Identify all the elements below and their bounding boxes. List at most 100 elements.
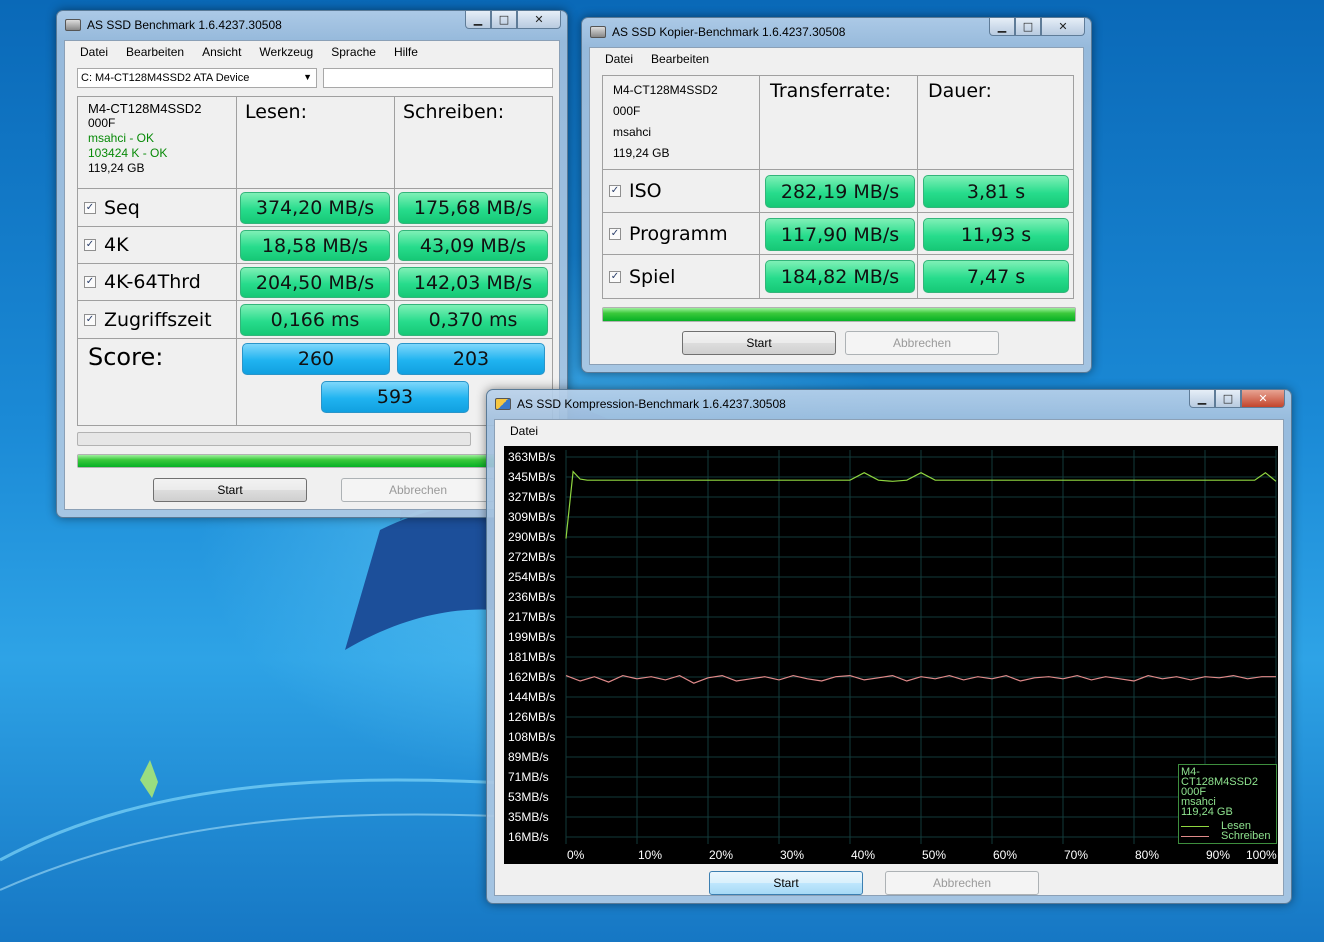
copy-window-title: AS SSD Kopier-Benchmark 1.6.4237.30508 — [612, 25, 846, 39]
menu-hilfe[interactable]: Hilfe — [385, 45, 427, 59]
row-seq-label[interactable]: ✓ Seq — [78, 189, 237, 227]
menu-werkzeug[interactable]: Werkzeug — [250, 45, 322, 59]
legend-read-swatch — [1181, 825, 1209, 827]
x-tick-label: 50% — [922, 848, 946, 862]
copy-progress-bar — [602, 307, 1076, 322]
access-read-value: 0,166 ms — [240, 304, 390, 336]
compression-titlebar[interactable]: AS SSD Kompression-Benchmark 1.6.4237.30… — [487, 390, 1291, 418]
minimize-button[interactable]: ▁ — [989, 18, 1015, 36]
copy-start-button[interactable]: Start — [682, 331, 836, 355]
device-size: 119,24 GB — [88, 161, 145, 175]
game-label: Spiel — [629, 265, 676, 288]
4k64-write-value: 142,03 MB/s — [398, 267, 548, 298]
4k-checkbox[interactable]: ✓ — [84, 239, 96, 251]
row-program-label[interactable]: ✓ Programm — [603, 213, 760, 255]
4k-write-value: 43,09 MB/s — [398, 230, 548, 261]
x-tick-label: 80% — [1135, 848, 1159, 862]
row-4k64-label[interactable]: ✓ 4K-64Thrd — [78, 264, 237, 301]
program-time-cell: 11,93 s — [918, 213, 1074, 255]
program-rate-cell: 117,90 MB/s — [760, 213, 918, 255]
copy-abort-button[interactable]: Abbrechen — [845, 331, 999, 355]
device-alignment-status: 103424 K - OK — [88, 146, 168, 160]
score-total-value: 593 — [321, 381, 469, 413]
main-start-button[interactable]: Start — [153, 478, 307, 502]
iso-rate-value: 282,19 MB/s — [765, 175, 915, 208]
time-column-header: Dauer: — [918, 76, 1074, 170]
menu-datei[interactable]: Datei — [596, 52, 642, 66]
device-firmware: 000F — [88, 116, 116, 130]
program-label: Programm — [629, 222, 728, 245]
y-tick-label: 181MB/s — [508, 650, 555, 664]
y-tick-label: 16MB/s — [508, 830, 549, 844]
y-tick-label: 162MB/s — [508, 670, 555, 684]
score-read-value: 260 — [242, 343, 390, 375]
main-progress-track — [77, 432, 471, 446]
game-checkbox[interactable]: ✓ — [609, 270, 621, 283]
access-write-value: 0,370 ms — [398, 304, 548, 336]
game-rate-cell: 184,82 MB/s — [760, 255, 918, 298]
chevron-down-icon: ▼ — [303, 72, 312, 82]
close-button[interactable]: ✕ — [1041, 18, 1085, 36]
copy-device-driver: msahci — [613, 125, 652, 139]
x-tick-label: 10% — [638, 848, 662, 862]
y-tick-label: 272MB/s — [508, 550, 555, 564]
minimize-button[interactable]: ▁ — [465, 11, 491, 29]
y-tick-label: 217MB/s — [508, 610, 555, 624]
seq-label: Seq — [104, 196, 140, 219]
iso-checkbox[interactable]: ✓ — [609, 185, 621, 197]
y-tick-label: 108MB/s — [508, 730, 555, 744]
y-tick-label: 290MB/s — [508, 530, 555, 544]
minimize-button[interactable]: ▁ — [1189, 390, 1215, 408]
close-button[interactable]: ✕ — [517, 11, 561, 29]
copy-device-info-cell: M4-CT128M4SSD2 000F msahci 119,24 GB — [603, 76, 760, 170]
row-access-label[interactable]: ✓ Zugriffszeit — [78, 301, 237, 339]
program-checkbox[interactable]: ✓ — [609, 227, 621, 240]
seq-read-value: 374,20 MB/s — [240, 192, 390, 224]
y-tick-label: 199MB/s — [508, 630, 555, 644]
maximize-button[interactable]: □ — [1015, 18, 1041, 36]
program-time-value: 11,93 s — [923, 218, 1069, 251]
main-abort-button[interactable]: Abbrechen — [341, 478, 495, 502]
chart-legend: M4-CT128M4SSD2 000F msahci 119,24 GB Les… — [1178, 764, 1277, 844]
row-iso-label[interactable]: ✓ ISO — [603, 170, 760, 213]
y-tick-label: 363MB/s — [508, 450, 555, 464]
access-checkbox[interactable]: ✓ — [84, 313, 96, 326]
close-button[interactable]: ✕ — [1241, 390, 1285, 408]
seq-checkbox[interactable]: ✓ — [84, 201, 96, 214]
main-window-title: AS SSD Benchmark 1.6.4237.30508 — [87, 18, 282, 32]
device-driver-status: msahci - OK — [88, 131, 155, 145]
menu-datei[interactable]: Datei — [501, 424, 547, 438]
menu-datei[interactable]: Datei — [71, 45, 117, 59]
compression-abort-button[interactable]: Abbrechen — [885, 871, 1039, 895]
game-time-value: 7,47 s — [923, 260, 1069, 293]
x-tick-label: 60% — [993, 848, 1017, 862]
4k64-read-cell: 204,50 MB/s — [237, 264, 395, 301]
compression-window-title: AS SSD Kompression-Benchmark 1.6.4237.30… — [517, 397, 786, 411]
game-rate-value: 184,82 MB/s — [765, 260, 915, 293]
row-game-label[interactable]: ✓ Spiel — [603, 255, 760, 298]
menu-ansicht[interactable]: Ansicht — [193, 45, 250, 59]
compression-app-icon — [495, 398, 511, 410]
menu-bearbeiten[interactable]: Bearbeiten — [117, 45, 193, 59]
drive-info-textbox[interactable] — [323, 68, 553, 88]
seq-write-cell: 175,68 MB/s — [395, 189, 553, 227]
x-tick-label: 70% — [1064, 848, 1088, 862]
row-4k-label[interactable]: ✓ 4K — [78, 227, 237, 264]
program-rate-value: 117,90 MB/s — [765, 218, 915, 251]
rate-column-header: Transferrate: — [760, 76, 918, 170]
compression-chart: 363MB/s 345MB/s 327MB/s 309MB/s 290MB/s 272MB… — [504, 446, 1278, 864]
main-progress-fill — [78, 455, 552, 467]
maximize-button[interactable]: □ — [1215, 390, 1241, 408]
y-tick-label: 35MB/s — [508, 810, 549, 824]
4k64-label: 4K-64Thrd — [104, 271, 201, 293]
legend-write-swatch — [1181, 835, 1209, 837]
menu-sprache[interactable]: Sprache — [322, 45, 385, 59]
compression-benchmark-window: AS SSD Kompression-Benchmark 1.6.4237.30… — [486, 389, 1292, 904]
compression-start-button[interactable]: Start — [709, 871, 863, 895]
menu-bearbeiten[interactable]: Bearbeiten — [642, 52, 718, 66]
maximize-button[interactable]: □ — [491, 11, 517, 29]
y-tick-label: 345MB/s — [508, 470, 555, 484]
drive-select[interactable]: C: M4-CT128M4SSD2 ATA Device ▼ — [77, 68, 317, 88]
4k64-checkbox[interactable]: ✓ — [84, 276, 96, 288]
y-tick-label: 126MB/s — [508, 710, 555, 724]
